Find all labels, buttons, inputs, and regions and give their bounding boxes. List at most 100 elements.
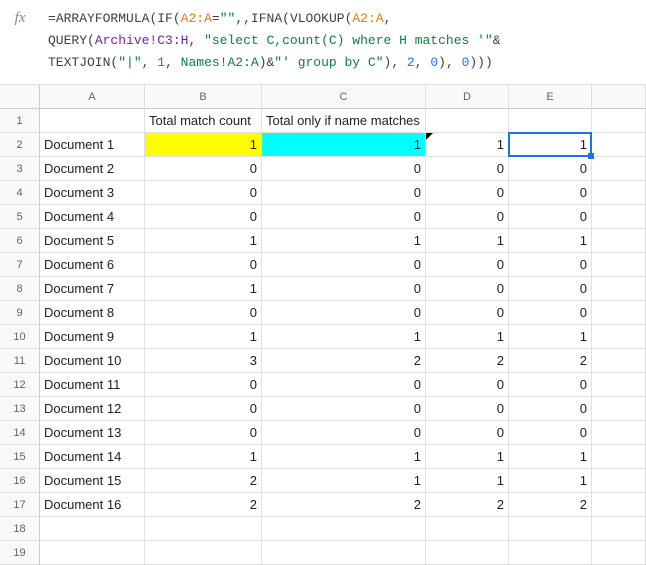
cell-E16[interactable]: 1 (509, 469, 592, 493)
cell-extra[interactable] (592, 229, 646, 253)
cell-E12[interactable]: 0 (509, 373, 592, 397)
cell-A6[interactable]: Document 5 (40, 229, 145, 253)
cell-extra[interactable] (592, 349, 646, 373)
cell-B7[interactable]: 0 (145, 253, 262, 277)
column-header-extra[interactable] (592, 85, 646, 109)
cell-B18[interactable] (145, 517, 262, 541)
cell-C6[interactable]: 1 (262, 229, 426, 253)
cell-C8[interactable]: 0 (262, 277, 426, 301)
cell-D12[interactable]: 0 (426, 373, 509, 397)
cell-E11[interactable]: 2 (509, 349, 592, 373)
cell-A1[interactable] (40, 109, 145, 133)
cell-C4[interactable]: 0 (262, 181, 426, 205)
row-header[interactable]: 13 (0, 397, 40, 421)
cell-E7[interactable]: 0 (509, 253, 592, 277)
column-header-C[interactable]: C (262, 85, 426, 109)
cell-extra[interactable] (592, 253, 646, 277)
cell-C15[interactable]: 1 (262, 445, 426, 469)
cell-B3[interactable]: 0 (145, 157, 262, 181)
cell-A18[interactable] (40, 517, 145, 541)
column-header-B[interactable]: B (145, 85, 262, 109)
cell-extra[interactable] (592, 373, 646, 397)
cell-D2[interactable]: 1 (426, 133, 509, 157)
row-header[interactable]: 2 (0, 133, 40, 157)
cell-D18[interactable] (426, 517, 509, 541)
cell-E13[interactable]: 0 (509, 397, 592, 421)
cell-C10[interactable]: 1 (262, 325, 426, 349)
column-header-A[interactable]: A (40, 85, 145, 109)
cell-extra[interactable] (592, 445, 646, 469)
cell-E1[interactable] (509, 109, 592, 133)
cell-B1[interactable]: Total match count (145, 109, 262, 133)
cell-A12[interactable]: Document 11 (40, 373, 145, 397)
cell-E8[interactable]: 0 (509, 277, 592, 301)
cell-A14[interactable]: Document 13 (40, 421, 145, 445)
cell-E10[interactable]: 1 (509, 325, 592, 349)
column-header-D[interactable]: D (426, 85, 509, 109)
cell-C1[interactable]: Total only if name matches (262, 109, 426, 133)
cell-extra[interactable] (592, 421, 646, 445)
cell-D11[interactable]: 2 (426, 349, 509, 373)
cell-A13[interactable]: Document 12 (40, 397, 145, 421)
cell-A7[interactable]: Document 6 (40, 253, 145, 277)
row-header[interactable]: 17 (0, 493, 40, 517)
cell-B8[interactable]: 1 (145, 277, 262, 301)
cell-extra[interactable] (592, 181, 646, 205)
cell-B16[interactable]: 2 (145, 469, 262, 493)
cell-extra[interactable] (592, 157, 646, 181)
row-header[interactable]: 7 (0, 253, 40, 277)
cell-E15[interactable]: 1 (509, 445, 592, 469)
cell-D7[interactable]: 0 (426, 253, 509, 277)
cell-extra[interactable] (592, 493, 646, 517)
cell-B5[interactable]: 0 (145, 205, 262, 229)
cell-C7[interactable]: 0 (262, 253, 426, 277)
cell-D6[interactable]: 1 (426, 229, 509, 253)
spreadsheet-grid[interactable]: ABCDE1Total match countTotal only if nam… (0, 85, 646, 565)
cell-E2[interactable]: 1 (509, 133, 592, 157)
cell-E4[interactable]: 0 (509, 181, 592, 205)
cell-C5[interactable]: 0 (262, 205, 426, 229)
cell-A17[interactable]: Document 16 (40, 493, 145, 517)
row-header[interactable]: 5 (0, 205, 40, 229)
cell-A2[interactable]: Document 1 (40, 133, 145, 157)
column-header-E[interactable]: E (509, 85, 592, 109)
cell-C19[interactable] (262, 541, 426, 565)
cell-A4[interactable]: Document 3 (40, 181, 145, 205)
cell-B10[interactable]: 1 (145, 325, 262, 349)
cell-C16[interactable]: 1 (262, 469, 426, 493)
cell-D10[interactable]: 1 (426, 325, 509, 349)
cell-C2[interactable]: 1 (262, 133, 426, 157)
row-header[interactable]: 8 (0, 277, 40, 301)
cell-D8[interactable]: 0 (426, 277, 509, 301)
cell-A16[interactable]: Document 15 (40, 469, 145, 493)
cell-E19[interactable] (509, 541, 592, 565)
cell-B15[interactable]: 1 (145, 445, 262, 469)
row-header[interactable]: 6 (0, 229, 40, 253)
cell-D15[interactable]: 1 (426, 445, 509, 469)
cell-B11[interactable]: 3 (145, 349, 262, 373)
cell-A8[interactable]: Document 7 (40, 277, 145, 301)
cell-B19[interactable] (145, 541, 262, 565)
cell-C11[interactable]: 2 (262, 349, 426, 373)
row-header[interactable]: 12 (0, 373, 40, 397)
cell-C17[interactable]: 2 (262, 493, 426, 517)
cell-extra[interactable] (592, 133, 646, 157)
cell-A11[interactable]: Document 10 (40, 349, 145, 373)
cell-A15[interactable]: Document 14 (40, 445, 145, 469)
cell-D1[interactable] (426, 109, 509, 133)
row-header[interactable]: 4 (0, 181, 40, 205)
row-header[interactable]: 15 (0, 445, 40, 469)
cell-C13[interactable]: 0 (262, 397, 426, 421)
row-header[interactable]: 14 (0, 421, 40, 445)
cell-D3[interactable]: 0 (426, 157, 509, 181)
cell-C18[interactable] (262, 517, 426, 541)
cell-E3[interactable]: 0 (509, 157, 592, 181)
row-header[interactable]: 16 (0, 469, 40, 493)
cell-D5[interactable]: 0 (426, 205, 509, 229)
cell-extra[interactable] (592, 277, 646, 301)
cell-extra[interactable] (592, 541, 646, 565)
cell-E5[interactable]: 0 (509, 205, 592, 229)
cell-B9[interactable]: 0 (145, 301, 262, 325)
row-header[interactable]: 1 (0, 109, 40, 133)
cell-E6[interactable]: 1 (509, 229, 592, 253)
